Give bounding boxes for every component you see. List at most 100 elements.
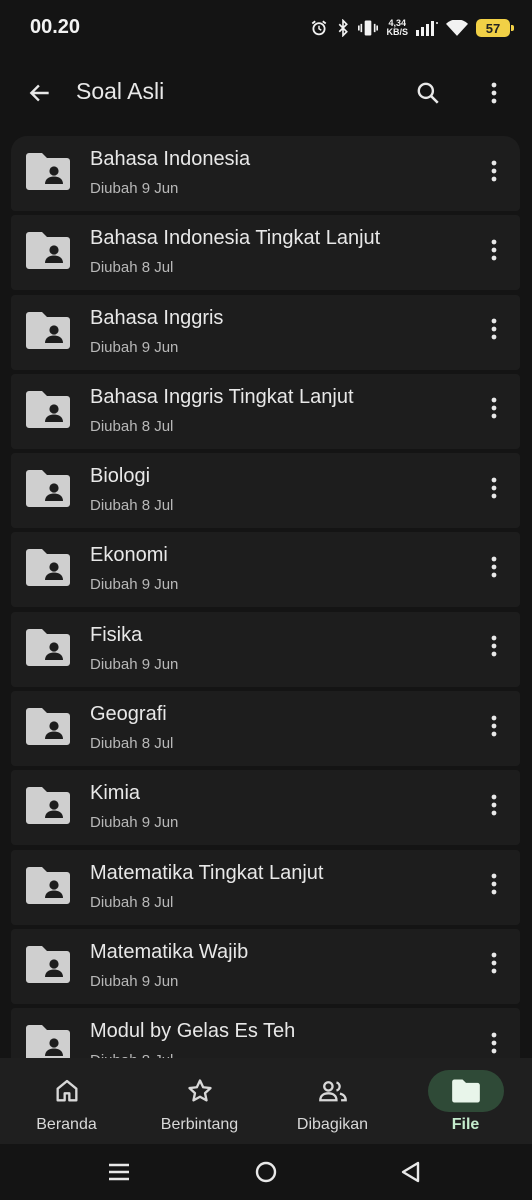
more-vert-icon bbox=[490, 793, 498, 822]
bottom-navigation: Beranda Berbintang Dibagikan File bbox=[0, 1058, 532, 1144]
more-vert-icon bbox=[490, 317, 498, 346]
shared-folder-icon bbox=[24, 152, 72, 192]
shared-folder-icon bbox=[24, 1024, 72, 1058]
page-title: Soal Asli bbox=[76, 78, 165, 104]
menu-icon bbox=[109, 1163, 129, 1181]
net-speed: 4,34 KB/S bbox=[386, 19, 408, 37]
folder-modified: Diubah 9 Jun bbox=[90, 180, 179, 197]
shared-folder-icon bbox=[24, 628, 72, 668]
shared-folder-icon bbox=[24, 390, 72, 430]
folder-row[interactable]: Bahasa Inggris Tingkat Lanjut Diubah 8 Ju… bbox=[11, 373, 520, 449]
folder-name: Geografi bbox=[90, 703, 167, 726]
star-icon bbox=[162, 1070, 238, 1112]
folder-more-button[interactable] bbox=[479, 947, 509, 985]
nav-item-file[interactable]: File bbox=[399, 1058, 532, 1144]
nav-item-beranda[interactable]: Beranda bbox=[0, 1058, 133, 1144]
folder-row[interactable]: Modul by Gelas Es TehDiubah 8 Jul bbox=[11, 1008, 520, 1058]
folder-name: Matematika Wajib bbox=[90, 940, 249, 963]
nav-item-dibagikan[interactable]: Dibagikan bbox=[266, 1058, 399, 1144]
folder-row[interactable]: Bahasa Indonesia Tingkat Lanjut Diubah 8 … bbox=[11, 215, 520, 291]
system-back-button[interactable] bbox=[390, 1152, 430, 1192]
folder-modified: Diubah 8 Jul bbox=[90, 417, 174, 435]
shared-folder-icon bbox=[24, 548, 72, 588]
more-vert-icon bbox=[490, 555, 498, 584]
top-app-bar: Soal Asli bbox=[0, 64, 532, 122]
folder-more-button[interactable] bbox=[479, 313, 509, 351]
more-vert-icon bbox=[490, 476, 498, 505]
nav-label: File bbox=[451, 1116, 480, 1133]
more-vert-icon bbox=[490, 951, 498, 980]
nav-label: Berbintang bbox=[160, 1116, 239, 1133]
battery-icon: 57 bbox=[476, 19, 514, 37]
more-options-button[interactable] bbox=[474, 73, 514, 113]
search-button[interactable] bbox=[408, 73, 448, 113]
shared-folder-icon bbox=[24, 469, 72, 509]
folder-row[interactable]: Bahasa Indonesia Diubah 9 Jun bbox=[11, 136, 520, 211]
shared-folder-icon bbox=[24, 311, 72, 351]
status-time: 00.20 bbox=[30, 16, 81, 38]
more-vert-icon bbox=[490, 634, 498, 663]
folder-row[interactable]: Ekonomi Diubah 9 Jun bbox=[11, 532, 520, 608]
system-navigation-bar bbox=[0, 1144, 532, 1200]
folder-more-button[interactable] bbox=[479, 392, 509, 430]
more-vert-icon bbox=[490, 714, 498, 743]
more-vert-icon bbox=[490, 1031, 498, 1058]
folder-modified: Diubah 9 Jun bbox=[90, 814, 179, 832]
more-vert-icon bbox=[490, 238, 498, 267]
folder-list[interactable]: Bahasa Indonesia Diubah 9 Jun Bahasa Indon… bbox=[11, 136, 520, 1058]
status-bar: 00.20 4,34 KB/S 57 bbox=[0, 0, 532, 56]
folder-row[interactable]: Matematika Tingkat Lanjut Diubah 8 Jul bbox=[11, 849, 520, 925]
more-vert-icon bbox=[491, 82, 497, 104]
home-button[interactable] bbox=[246, 1152, 286, 1192]
wifi-icon bbox=[446, 19, 468, 37]
folder-row[interactable]: Matematika Wajib Diubah 9 Jun bbox=[11, 928, 520, 1004]
folder-more-button[interactable] bbox=[479, 630, 509, 668]
folder-name: Bahasa Inggris Tingkat Lanjut bbox=[90, 385, 354, 408]
folder-icon bbox=[427, 1070, 504, 1112]
folder-more-button[interactable] bbox=[479, 550, 509, 588]
shared-folder-icon bbox=[24, 707, 72, 747]
folder-row[interactable]: Fisika Diubah 9 Jun bbox=[11, 611, 520, 687]
folder-name: Fisika bbox=[90, 623, 143, 646]
folder-modified: Diubah 9 Jun bbox=[90, 576, 179, 594]
folder-more-button[interactable] bbox=[479, 788, 509, 826]
home-circle-icon bbox=[255, 1161, 277, 1183]
folder-more-button[interactable] bbox=[479, 709, 509, 747]
net-speed-unit: KB/S bbox=[386, 27, 408, 37]
folder-more-button[interactable] bbox=[479, 868, 509, 906]
folder-row[interactable]: Biologi Diubah 8 Jul bbox=[11, 453, 520, 529]
battery-level: 57 bbox=[485, 20, 501, 36]
folder-row[interactable]: Bahasa Inggris Diubah 9 Jun bbox=[11, 294, 520, 370]
folder-modified: Diubah 8 Jul bbox=[90, 497, 174, 515]
recent-apps-button[interactable] bbox=[99, 1152, 139, 1192]
shared-folder-icon bbox=[24, 945, 72, 985]
folder-name: Biologi bbox=[90, 465, 151, 488]
signal-icon bbox=[416, 20, 438, 36]
folder-modified: Diubah 9 Jun bbox=[90, 655, 179, 673]
shared-folder-icon bbox=[24, 786, 72, 826]
home-icon bbox=[29, 1070, 105, 1112]
folder-modified: Diubah 8 Jul bbox=[90, 893, 174, 911]
nav-item-berbintang[interactable]: Berbintang bbox=[133, 1058, 266, 1144]
folder-more-button[interactable] bbox=[479, 471, 509, 509]
folder-row[interactable]: Kimia Diubah 9 Jun bbox=[11, 770, 520, 846]
folder-more-button[interactable] bbox=[479, 1026, 509, 1058]
folder-more-button[interactable] bbox=[479, 154, 509, 192]
shared-folder-icon bbox=[24, 231, 72, 271]
folder-more-button[interactable] bbox=[479, 233, 509, 271]
nav-label: Beranda bbox=[36, 1116, 97, 1133]
folder-modified: Diubah 9 Jun bbox=[90, 972, 179, 990]
nav-label: Dibagikan bbox=[296, 1116, 369, 1133]
vibrate-icon bbox=[358, 19, 379, 37]
search-icon bbox=[417, 82, 439, 104]
folder-row[interactable]: Geografi Diubah 8 Jul bbox=[11, 691, 520, 767]
back-button[interactable] bbox=[20, 73, 60, 113]
folder-modified: Diubah 8 Jul bbox=[90, 735, 174, 753]
back-triangle-icon bbox=[401, 1161, 420, 1183]
folder-name: Kimia bbox=[90, 782, 141, 805]
folder-name: Bahasa Inggris bbox=[90, 306, 224, 329]
more-vert-icon bbox=[490, 872, 498, 901]
folder-name: Bahasa Indonesia Tingkat Lanjut bbox=[90, 227, 381, 250]
folder-modified: Diubah 9 Jun bbox=[90, 338, 179, 356]
status-icons: 4,34 KB/S 57 bbox=[310, 14, 514, 42]
